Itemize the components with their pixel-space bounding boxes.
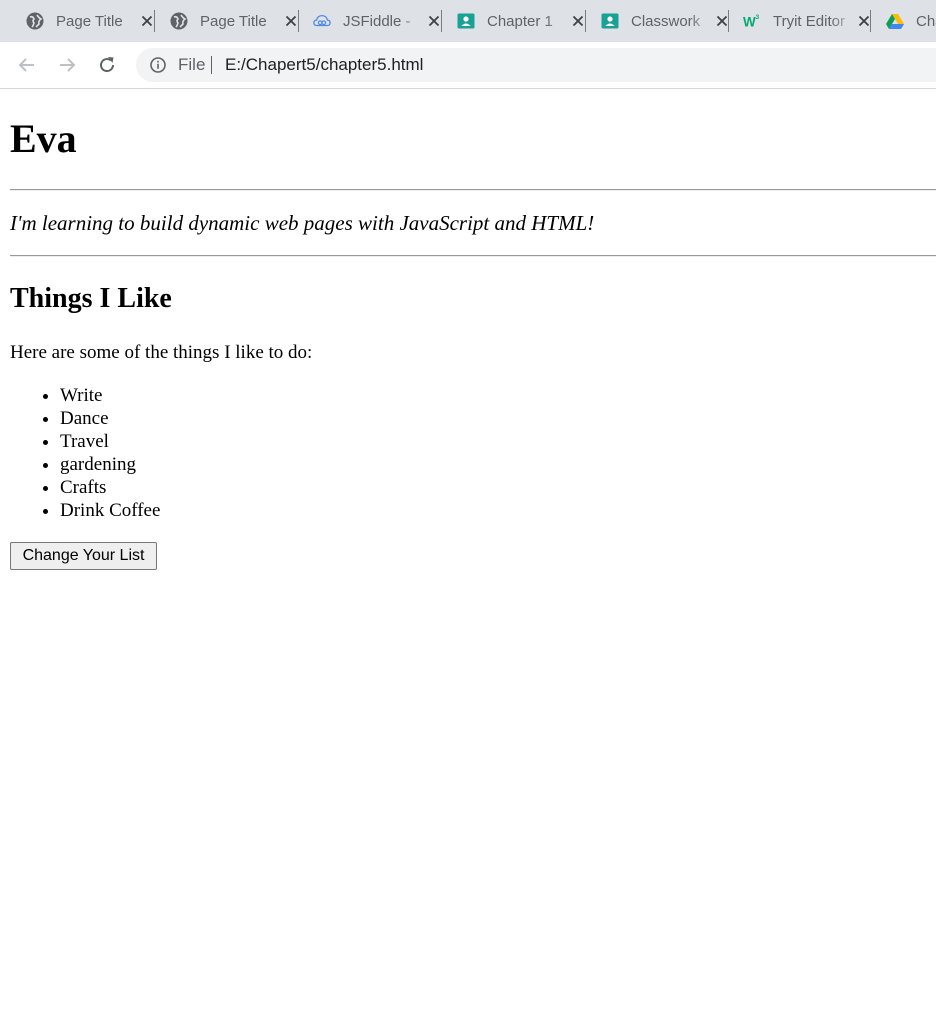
tab-title: Page Title	[200, 12, 267, 30]
reload-button[interactable]	[95, 53, 119, 77]
globe-icon	[26, 12, 44, 30]
svg-text:3: 3	[756, 14, 760, 21]
list-item: Crafts	[60, 476, 160, 499]
classroom-icon	[457, 12, 475, 30]
tab-jsfiddle[interactable]: JSFiddle -	[313, 0, 442, 42]
section-heading: Things I Like	[10, 283, 172, 314]
list-item: Drink Coffee	[60, 499, 160, 522]
intro-text: Here are some of the things I like to do…	[10, 342, 313, 363]
tab-title: Chapter 1	[487, 12, 569, 30]
scheme-label: File	[178, 55, 206, 74]
tab-title: Page Title	[56, 12, 123, 30]
close-icon[interactable]	[426, 13, 442, 29]
url-text[interactable]: E:/Chapert5/chapter5.html	[225, 55, 423, 75]
tab-tryit-editor[interactable]: W3 Tryit Editor	[743, 0, 872, 42]
tab-page-title-2[interactable]: Page Title	[170, 0, 299, 42]
close-icon[interactable]	[139, 13, 155, 29]
info-icon[interactable]	[150, 57, 166, 73]
jsfiddle-cloud-icon	[313, 12, 331, 30]
tab-page-title-1[interactable]: Page Title	[26, 0, 155, 42]
likes-list: Write Dance Travel gardening Crafts Drin…	[10, 384, 160, 522]
tab-title: Cha	[916, 12, 936, 30]
forward-arrow-icon	[60, 58, 76, 72]
horizontal-rule	[10, 189, 936, 191]
globe-icon	[170, 12, 188, 30]
tagline: I'm learning to build dynamic web pages …	[10, 211, 595, 235]
tab-title: Tryit Editor	[773, 12, 855, 30]
tab-title: JSFiddle -	[343, 12, 425, 30]
page-heading: Eva	[10, 116, 77, 161]
tab-separator	[441, 10, 442, 32]
classroom-icon	[601, 12, 619, 30]
google-drive-icon	[886, 12, 904, 30]
tab-separator	[585, 10, 586, 32]
w3schools-icon: W3	[743, 12, 761, 30]
tab-strip: Page Title Page Title JSFiddle - Chapter…	[0, 0, 936, 42]
tab-separator	[154, 10, 155, 32]
back-button[interactable]	[15, 53, 39, 77]
tab-classwork[interactable]: Classwork	[601, 0, 730, 42]
reload-icon	[100, 57, 115, 73]
change-list-button[interactable]: Change Your List	[10, 542, 157, 570]
list-item: Travel	[60, 430, 160, 453]
tab-title: Classwork	[631, 12, 713, 30]
svg-text:W: W	[743, 14, 756, 29]
list-item: Write	[60, 384, 160, 407]
tab-separator	[298, 10, 299, 32]
horizontal-rule	[10, 255, 936, 257]
back-arrow-icon	[18, 58, 34, 72]
browser-toolbar: File E:/Chapert5/chapter5.html	[0, 42, 936, 89]
tab-separator	[728, 10, 729, 32]
list-item: Dance	[60, 407, 160, 430]
list-item: gardening	[60, 453, 160, 476]
address-divider	[211, 56, 212, 74]
forward-button[interactable]	[55, 53, 79, 77]
tab-separator	[870, 10, 871, 32]
tab-chapter[interactable]: Chapter 1	[457, 0, 586, 42]
address-bar[interactable]: File E:/Chapert5/chapter5.html	[136, 48, 936, 82]
close-icon[interactable]	[283, 13, 299, 29]
tab-google-drive[interactable]: Cha	[886, 0, 936, 42]
close-icon[interactable]	[570, 13, 586, 29]
